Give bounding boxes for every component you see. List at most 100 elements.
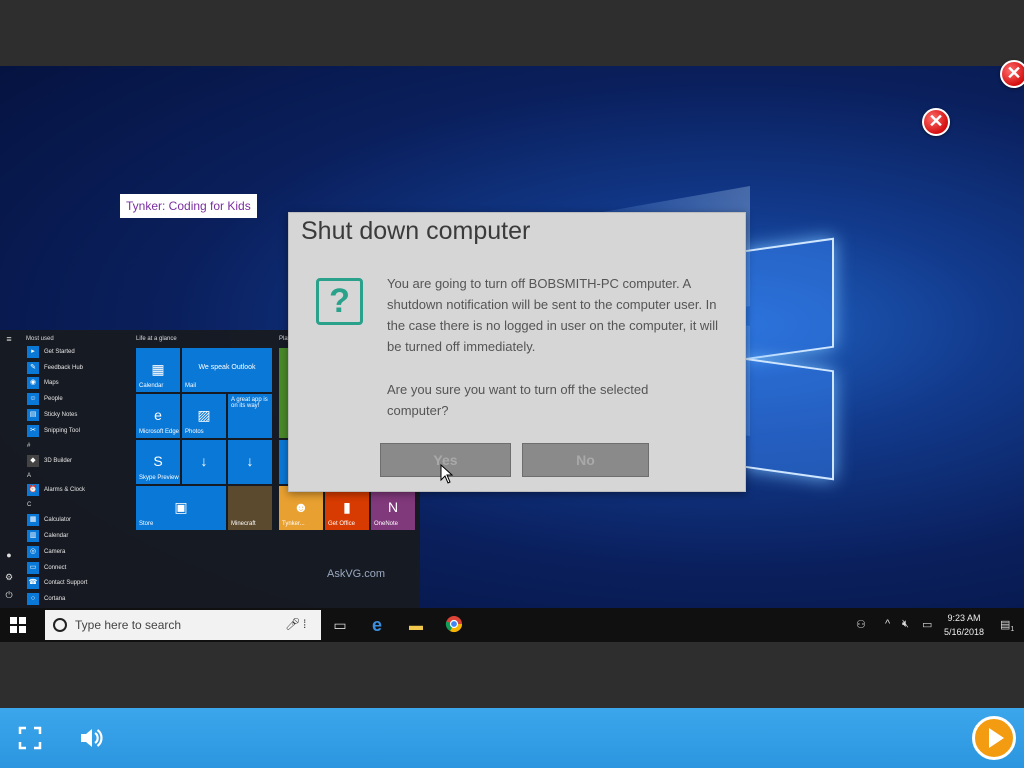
microphone-icon[interactable]: 🎤︎ xyxy=(285,617,300,631)
edge-icon: e xyxy=(154,407,162,424)
tile-download[interactable]: ↓ xyxy=(228,440,272,484)
clock-time: 9:23 AM xyxy=(947,613,981,623)
close-icon[interactable]: ✕ xyxy=(922,108,950,136)
windows-start-icon[interactable] xyxy=(10,617,26,633)
app-icon: ☺ xyxy=(27,393,39,406)
edge-icon[interactable]: e xyxy=(367,615,387,635)
tile-skype[interactable]: S Skype Preview xyxy=(136,440,180,484)
skype-icon: S xyxy=(153,453,163,470)
volume-icon[interactable] xyxy=(78,725,104,751)
app-icon: ⏰ xyxy=(27,484,39,497)
app-feedback-hub[interactable]: ✎ Feedback Hub xyxy=(22,360,132,376)
chrome-icon[interactable] xyxy=(444,615,464,635)
tynker-icon: ☻ xyxy=(293,499,309,516)
volume-muted-icon[interactable]: 🔇︎ xyxy=(902,618,909,631)
network-icon[interactable]: ▭ xyxy=(922,618,932,631)
onenote-icon: N xyxy=(387,499,399,516)
chevron-up-icon[interactable]: ^ xyxy=(885,618,890,630)
tile-edge[interactable]: e Microsoft Edge xyxy=(136,394,180,438)
app-list: Most used ▸ Get Started ✎ Feedback Hub ◉ Ma… xyxy=(22,334,132,607)
tile-store[interactable]: ▣ Store xyxy=(136,486,226,530)
tile-office[interactable]: ▮ Get Office xyxy=(325,486,369,530)
power-icon[interactable]: ⏻ xyxy=(4,590,14,600)
app-icon: ▦ xyxy=(27,514,39,527)
windows-logo-pane xyxy=(744,357,834,481)
app-icon: ☎ xyxy=(27,577,39,590)
app-icon: ▸ xyxy=(27,345,39,358)
app-cortana[interactable]: ○ Cortana xyxy=(22,591,132,607)
user-icon[interactable]: ● xyxy=(4,550,14,560)
clock-date: 5/16/2018 xyxy=(943,627,985,637)
app-people[interactable]: ☺ People xyxy=(22,391,132,407)
download-icon: ↓ xyxy=(246,453,254,470)
app-icon: ▥ xyxy=(27,530,39,543)
question-icon: ? xyxy=(316,278,363,325)
app-icon: ◎ xyxy=(27,545,39,558)
player-controls xyxy=(0,708,1024,768)
file-explorer-icon[interactable]: ▬ xyxy=(406,615,426,635)
tile-tynker[interactable]: ☻ Tynker... xyxy=(279,486,323,530)
notification-count: 1 xyxy=(1010,626,1015,634)
app-3d-builder[interactable]: ◆ 3D Builder xyxy=(22,453,132,469)
app-snipping-tool[interactable]: ✂ Snipping Tool xyxy=(22,423,132,439)
video-frame: ✕ Tynker: Coding for Kids ≡ ● ⚙ ⏻ Most u… xyxy=(0,66,1024,642)
letter-heading[interactable]: # xyxy=(22,439,132,453)
dialog-message: You are going to turn off BOBSMITH-PC co… xyxy=(387,276,718,354)
people-icon[interactable]: ⚇ xyxy=(856,618,866,631)
app-contact-support[interactable]: ☎ Contact Support xyxy=(22,576,132,592)
app-connect[interactable]: ▭ Connect xyxy=(22,560,132,576)
app-icon: ▤ xyxy=(27,409,39,422)
photos-icon: ▨ xyxy=(197,407,211,424)
tile-group-title: Life at a glance xyxy=(136,336,177,342)
play-icon xyxy=(989,728,1004,748)
app-icon: ○ xyxy=(27,593,39,606)
app-icon: ◉ xyxy=(27,377,39,390)
no-button[interactable]: No xyxy=(522,443,649,477)
app-maps[interactable]: ◉ Maps xyxy=(22,376,132,392)
search-placeholder: Type here to search xyxy=(75,618,182,632)
letter-heading[interactable]: A xyxy=(22,469,132,483)
calendar-icon: ▦ xyxy=(151,361,165,378)
shutdown-dialog: Shut down computer ? You are going to tu… xyxy=(288,212,746,492)
app-icon: ▭ xyxy=(27,561,39,574)
letter-heading[interactable]: C xyxy=(22,498,132,512)
clock[interactable]: 9:23 AM 5/16/2018 xyxy=(940,611,988,639)
app-alarms-clock[interactable]: ⏰ Alarms & Clock xyxy=(22,483,132,499)
app-icon: ◆ xyxy=(27,454,39,467)
windows-logo-pane xyxy=(744,237,834,361)
tile-photos[interactable]: ▨ Photos xyxy=(182,394,226,438)
app-get-started[interactable]: ▸ Get Started xyxy=(22,344,132,360)
app-calendar[interactable]: ▥ Calendar xyxy=(22,528,132,544)
download-icon: ↓ xyxy=(200,453,208,470)
tile-calendar[interactable]: ▦ Calendar xyxy=(136,348,180,392)
app-icon: ✎ xyxy=(27,361,39,374)
search-box[interactable]: Type here to search 🎤︎ ⁞ xyxy=(45,610,321,640)
tile-great-app[interactable]: A great app is on its way! xyxy=(228,394,272,438)
settings-icon[interactable]: ⚙ xyxy=(4,572,14,582)
fullscreen-icon[interactable] xyxy=(18,726,42,750)
tile-minecraft[interactable]: Minecraft xyxy=(228,486,272,530)
tile-onenote[interactable]: N OneNote xyxy=(371,486,415,530)
dialog-title: Shut down computer xyxy=(301,217,531,245)
hamburger-icon[interactable]: ≡ xyxy=(4,334,14,344)
task-view-icon[interactable]: ▭ xyxy=(330,615,350,635)
app-sticky-notes[interactable]: ▤ Sticky Notes xyxy=(22,407,132,423)
store-icon: ▣ xyxy=(174,499,188,516)
tooltip: Tynker: Coding for Kids xyxy=(120,194,257,218)
app-camera[interactable]: ◎ Camera xyxy=(22,544,132,560)
app-icon: ✂ xyxy=(27,424,39,437)
start-rail: ≡ ● ⚙ ⏻ xyxy=(0,330,18,610)
dialog-question: Are you sure you want to turn off the se… xyxy=(387,382,649,418)
notifications-icon[interactable]: ▤1 xyxy=(1000,618,1014,633)
cortana-icon xyxy=(53,618,67,632)
app-calculator[interactable]: ▦ Calculator xyxy=(22,512,132,528)
pen-icon[interactable]: ⁞ xyxy=(303,617,306,631)
tile-download[interactable]: ↓ xyxy=(182,440,226,484)
close-icon[interactable]: ✕ xyxy=(1000,60,1024,88)
office-icon: ▮ xyxy=(343,499,351,516)
player-stage: ✕ Tynker: Coding for Kids ≡ ● ⚙ ⏻ Most u… xyxy=(0,0,1024,768)
mouse-cursor-icon xyxy=(440,464,454,484)
tile-mail[interactable]: We speak Outlook Mail xyxy=(182,348,272,392)
taskbar: Type here to search 🎤︎ ⁞ ▭ e ▬ ⚇ ^ 🔇︎ ▭ … xyxy=(0,608,1024,642)
play-button[interactable] xyxy=(972,716,1016,760)
